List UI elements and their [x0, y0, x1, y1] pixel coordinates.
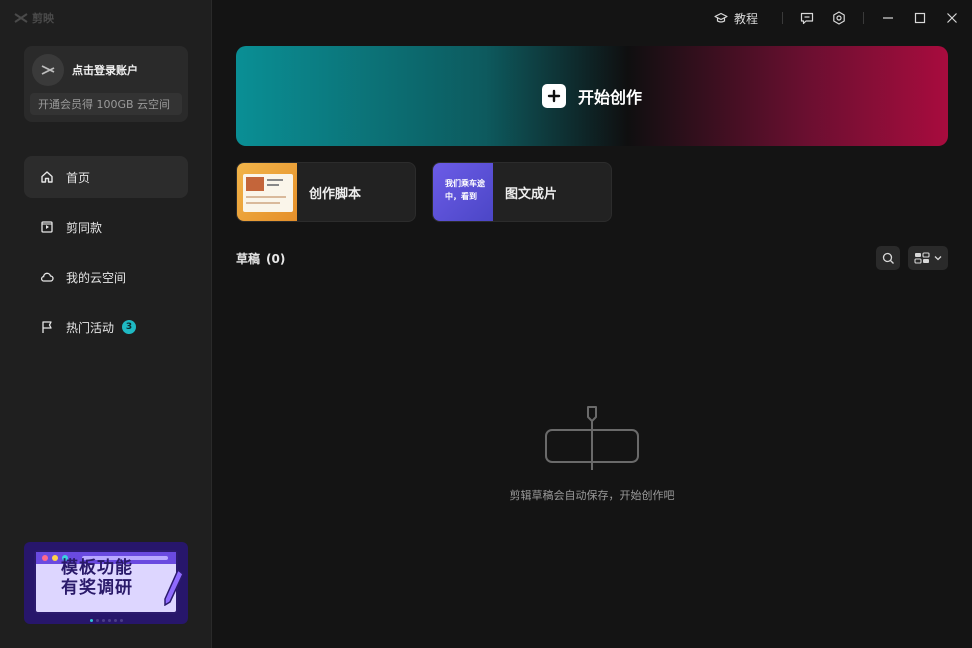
app-logo: 剪映	[14, 10, 54, 26]
start-creation-label: 开始创作	[577, 88, 642, 107]
login-link[interactable]: 点击登录账户	[72, 62, 138, 78]
tutorial-button[interactable]: 教程	[714, 10, 758, 27]
sidebar: 剪映 点击登录账户 开通会员得 100GB 云空间 首页 剪同款 我的云空间 热…	[0, 0, 212, 648]
sidebar-nav: 首页 剪同款 我的云空间 热门活动 3	[24, 156, 188, 356]
account-card[interactable]: 点击登录账户 开通会员得 100GB 云空间	[24, 46, 188, 122]
sidebar-item-label: 剪同款	[66, 220, 103, 235]
sidebar-item-cloud[interactable]: 我的云空间	[24, 256, 188, 298]
carousel-dot[interactable]	[119, 619, 123, 622]
text-to-video-card[interactable]: 我们乘车途中，看到 图文成片	[432, 162, 612, 222]
start-creation-button[interactable]: 开始创作	[236, 46, 948, 146]
drafts-toolbar	[876, 246, 948, 270]
chevron-down-icon	[934, 256, 942, 261]
minimize-button[interactable]	[872, 0, 904, 36]
sidebar-item-templates[interactable]: 剪同款	[24, 206, 188, 248]
close-button[interactable]	[936, 0, 968, 36]
sidebar-item-label: 我的云空间	[66, 270, 127, 285]
home-icon	[40, 170, 54, 184]
sidebar-item-home[interactable]: 首页	[24, 156, 188, 198]
divider	[782, 12, 783, 24]
capcut-logo-icon	[41, 65, 55, 75]
feedback-button[interactable]	[791, 0, 823, 36]
empty-drafts-message: 剪辑草稿会自动保存，开始创作吧	[509, 489, 675, 502]
tool-label: 图文成片	[505, 186, 558, 202]
app-name: 剪映	[32, 12, 54, 25]
empty-drafts-state: 剪辑草稿会自动保存，开始创作吧	[236, 405, 948, 503]
close-icon	[947, 13, 957, 23]
pencil-icon	[164, 568, 184, 606]
gear-icon	[833, 11, 845, 25]
promo-banner[interactable]: 模板功能 有奖调研	[24, 542, 188, 624]
plus-icon	[541, 84, 566, 108]
notification-badge: 3	[122, 320, 137, 334]
sidebar-item-label: 首页	[66, 170, 91, 185]
minimize-icon	[883, 17, 893, 19]
carousel-dot[interactable]	[107, 619, 111, 622]
carousel-dot[interactable]	[89, 619, 93, 622]
script-thumbnail	[237, 163, 297, 221]
drafts-count: (0)	[266, 252, 286, 266]
feedback-icon	[800, 12, 814, 24]
flag-icon	[40, 320, 54, 334]
view-toggle-button[interactable]	[908, 246, 948, 270]
template-icon	[40, 220, 54, 234]
sidebar-item-label: 热门活动	[66, 320, 115, 335]
search-icon	[882, 252, 894, 264]
capcut-logo-icon	[14, 13, 28, 23]
promo-title: 模板功能 有奖调研	[61, 558, 133, 598]
carousel-indicator[interactable]	[24, 619, 188, 622]
script-creation-card[interactable]: 创作脚本	[236, 162, 416, 222]
divider	[863, 12, 864, 24]
grid-view-icon	[914, 252, 930, 264]
cloud-icon	[40, 270, 54, 284]
settings-button[interactable]	[823, 0, 855, 36]
title-bar: 教程	[714, 0, 972, 36]
carousel-dot[interactable]	[95, 619, 99, 622]
maximize-button[interactable]	[904, 0, 936, 36]
graduation-cap-icon	[714, 12, 728, 23]
sidebar-item-events[interactable]: 热门活动 3	[24, 306, 188, 348]
tutorial-label: 教程	[733, 11, 758, 26]
maximize-icon	[914, 12, 926, 24]
tool-label: 创作脚本	[309, 186, 362, 202]
text-to-video-thumbnail: 我们乘车途中，看到	[433, 163, 493, 221]
carousel-dot[interactable]	[101, 619, 105, 622]
drafts-heading: 草稿 (0)	[236, 252, 286, 266]
carousel-dot[interactable]	[113, 619, 117, 622]
avatar[interactable]	[32, 54, 64, 86]
search-button[interactable]	[876, 246, 900, 270]
vip-button[interactable]: 开通会员得 100GB 云空间	[30, 93, 182, 115]
empty-timeline-icon	[545, 406, 639, 470]
